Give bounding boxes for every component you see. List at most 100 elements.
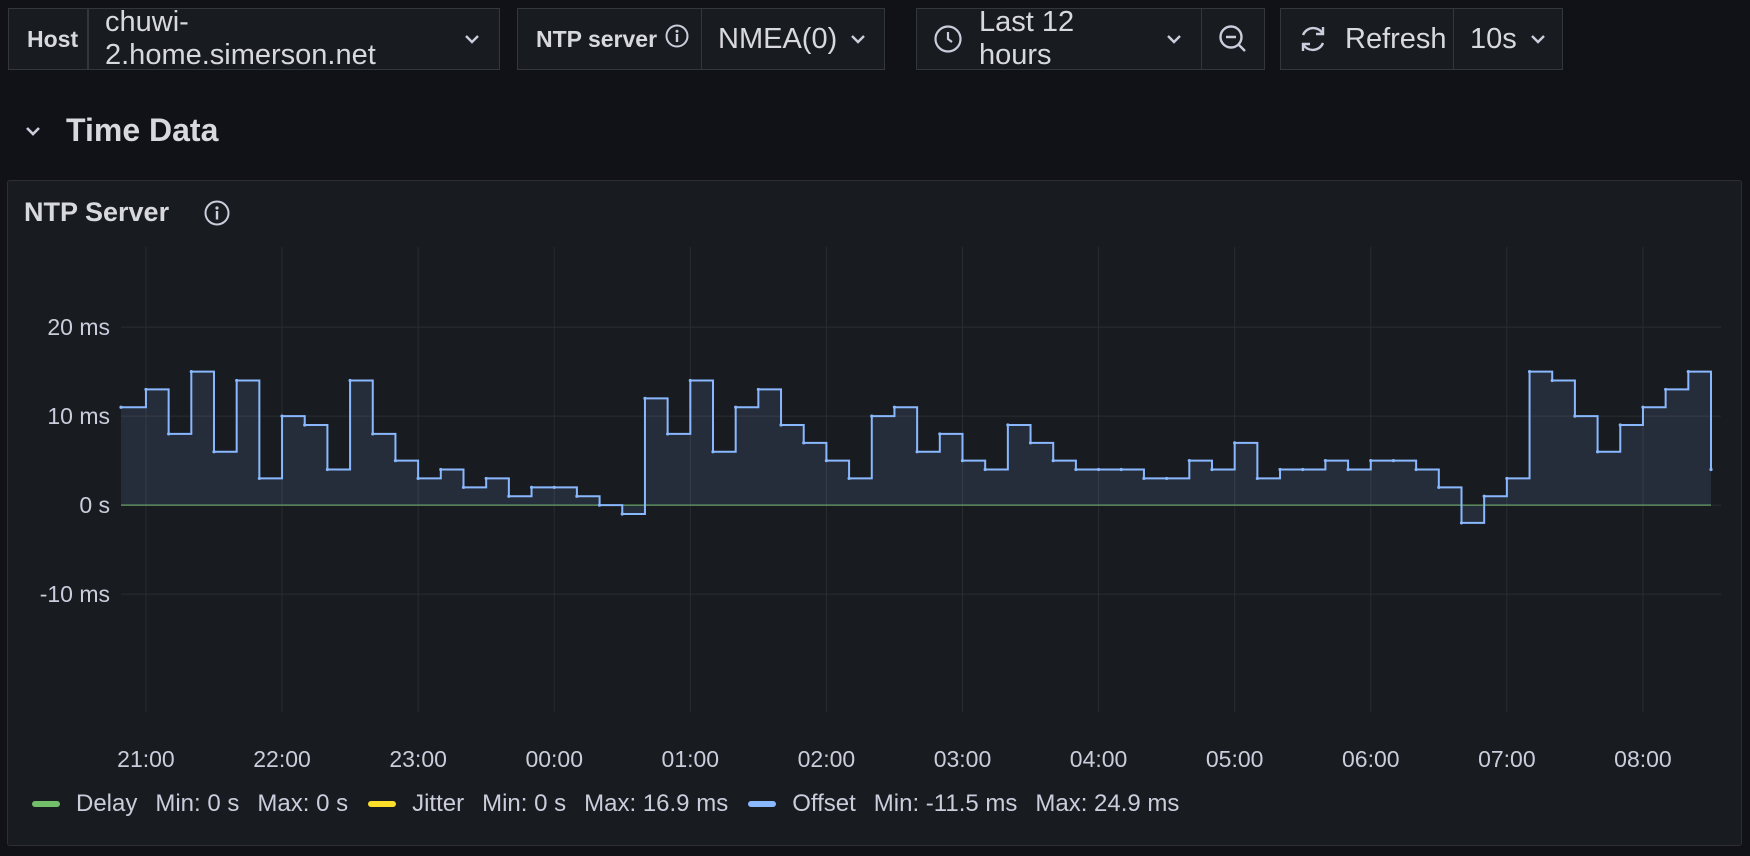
legend-max: Max: 16.9 ms [584, 790, 729, 817]
legend-swatch-jitter [368, 801, 397, 807]
offset-data-point [938, 432, 942, 436]
offset-data-point [1323, 459, 1328, 463]
offset-data-point [1255, 476, 1259, 481]
x-tick-label: 00:00 [525, 746, 583, 772]
offset-data-point [235, 378, 239, 383]
refresh-label: Refresh [1345, 22, 1447, 55]
offset-data-point [552, 485, 556, 489]
legend-min: Min: 0 s [482, 790, 567, 817]
offset-data-point [189, 370, 193, 374]
offset-data-point [915, 450, 919, 454]
offset-data-point [983, 467, 987, 472]
offset-data-point [870, 414, 874, 418]
offset-data-point [507, 494, 511, 498]
offset-data-point [1142, 476, 1146, 481]
offset-data-point [1119, 467, 1123, 472]
offset-data-point [484, 476, 488, 481]
clock-icon [933, 24, 963, 54]
offset-data-point [1346, 467, 1350, 472]
refresh-icon [1297, 23, 1329, 55]
offset-data-point [348, 378, 352, 383]
legend-name: Offset [792, 790, 856, 817]
offset-data-point [960, 459, 965, 463]
x-tick-label: 05:00 [1206, 746, 1264, 772]
offset-data-point [1165, 476, 1169, 481]
x-tick-label: 23:00 [389, 746, 447, 772]
legend-min: Min: -11.5 ms [873, 790, 1018, 817]
chevron-down-icon [1163, 28, 1185, 50]
offset-data-point [416, 476, 420, 481]
offset-data-point [1051, 459, 1055, 463]
legend-item-delay[interactable]: Delay Min: 0 s Max: 0 s [32, 790, 348, 818]
offset-data-point [1573, 414, 1577, 418]
x-tick-label: 06:00 [1342, 746, 1400, 772]
host-select[interactable]: chuwi-2.home.simerson.net [88, 6, 500, 71]
offset-data-point [847, 476, 851, 481]
y-tick-label: 0 s [79, 492, 110, 518]
chevron-down-icon [1527, 28, 1549, 50]
offset-data-point [1459, 521, 1464, 525]
time-range-picker[interactable]: Last 12 hours [916, 6, 1202, 71]
offset-data-point [1301, 467, 1305, 472]
ntp-server-label: NTP server [517, 8, 703, 70]
offset-data-point [1527, 370, 1532, 374]
offset-data-point [257, 476, 261, 481]
legend: Delay Min: 0 s Max: 0 s Jitter Min: 0 s … [32, 790, 1199, 818]
offset-data-point [1437, 485, 1441, 489]
x-tick-label: 04:00 [1070, 746, 1128, 772]
offset-data-point [1550, 378, 1554, 383]
offset-data-point [688, 378, 692, 383]
offset-data-point [439, 467, 443, 472]
ntp-server-label-text: NTP server [536, 25, 658, 52]
host-label: Host [8, 8, 88, 70]
offset-data-point [1391, 459, 1396, 463]
offset-data-point [1686, 370, 1690, 374]
x-tick-label: 07:00 [1478, 746, 1536, 772]
legend-min: Min: 0 s [155, 790, 240, 817]
toolbar: Host chuwi-2.home.simerson.net NTP serve… [8, 6, 1742, 72]
zoom-out-button[interactable] [1201, 8, 1265, 70]
offset-data-point [144, 387, 148, 392]
offset-data-point [1595, 450, 1600, 454]
legend-item-offset[interactable]: Offset Min: -11.5 ms Max: 24.9 ms [748, 790, 1179, 818]
offset-data-point [666, 432, 670, 436]
offset-data-point [620, 512, 624, 516]
row-title: Time Data [66, 112, 219, 148]
offset-data-point [1096, 467, 1101, 472]
offset-data-point [1414, 467, 1418, 472]
legend-name: Delay [76, 790, 138, 817]
offset-series-area [121, 371, 1711, 523]
time-series-chart[interactable]: -10 ms 0 s 10 ms 20 ms 21:00 22:00 23:00 00:00 0… [8, 181, 1741, 781]
refresh-interval-value: 10s [1470, 22, 1517, 55]
ntp-server-select[interactable]: NMEA(0) [701, 8, 885, 70]
offset-data-point [756, 387, 760, 392]
ntp-server-select-value: NMEA(0) [718, 22, 838, 55]
offset-data-point [1709, 467, 1713, 472]
info-icon[interactable] [664, 23, 690, 55]
refresh-interval-select[interactable]: 10s [1453, 8, 1563, 70]
offset-data-point [280, 414, 284, 418]
x-tick-label: 21:00 [117, 746, 175, 772]
chevron-down-icon [461, 28, 483, 50]
offset-data-point [1233, 441, 1237, 445]
offset-data-point [575, 494, 579, 498]
offset-data-point [1369, 459, 1373, 463]
legend-item-jitter[interactable]: Jitter Min: 0 s Max: 16.9 ms [368, 790, 728, 818]
refresh-button[interactable]: Refresh [1280, 8, 1454, 70]
legend-swatch-delay [32, 801, 60, 807]
y-tick-label: 20 ms [47, 314, 110, 340]
offset-data-point [643, 396, 647, 400]
offset-data-point [711, 450, 715, 454]
offset-data-point [303, 423, 307, 427]
host-select-value: chuwi-2.home.simerson.net [105, 6, 376, 71]
offset-data-point [1006, 423, 1010, 427]
offset-data-point [892, 405, 897, 409]
legend-max: Max: 0 s [257, 790, 349, 817]
offset-data-point [325, 467, 330, 472]
row-header[interactable]: Time Data [22, 112, 218, 149]
legend-max: Max: 24.9 ms [1035, 790, 1180, 817]
chevron-down-icon[interactable] [22, 120, 44, 142]
x-tick-label: 08:00 [1614, 746, 1672, 772]
offset-data-point [461, 485, 466, 489]
ntp-server-panel: NTP Server -10 ms 0 s 10 ms 20 ms 21:00 22:00… [7, 180, 1742, 846]
